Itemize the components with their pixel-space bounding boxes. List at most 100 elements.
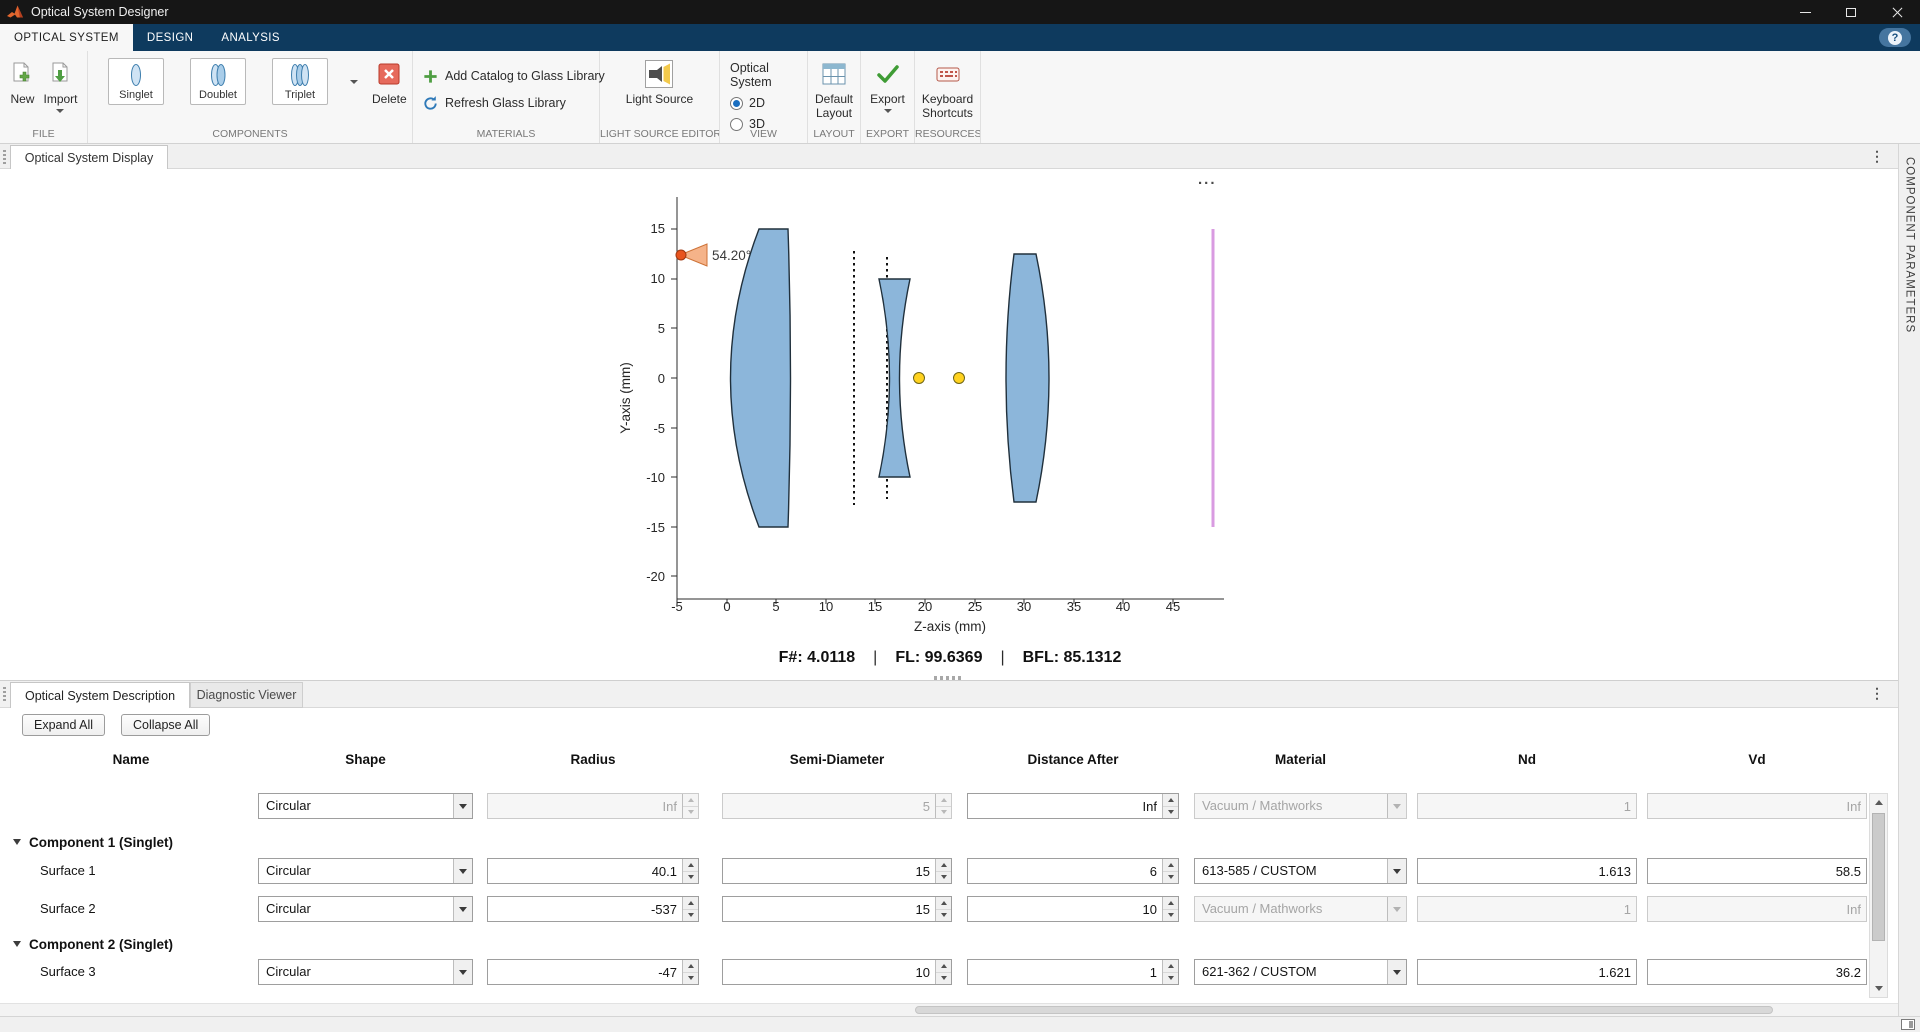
shape-dropdown[interactable]: Circular — [258, 959, 473, 985]
panel-splitter-handle[interactable] — [934, 676, 964, 680]
spinner-up-icon[interactable] — [1163, 897, 1178, 910]
distance-after-input[interactable] — [968, 960, 1162, 984]
light-source-button[interactable]: Light Source — [626, 58, 693, 106]
panel-grip-icon[interactable] — [3, 150, 6, 164]
radius-input[interactable] — [488, 897, 682, 921]
minimize-button[interactable] — [1782, 0, 1828, 24]
vd-input[interactable] — [1648, 859, 1866, 883]
scroll-up-icon[interactable] — [1870, 794, 1887, 811]
tab-optical-system-display[interactable]: Optical System Display — [10, 145, 168, 169]
new-button[interactable]: New — [9, 58, 35, 106]
nd-field[interactable] — [1417, 959, 1637, 985]
vd-input[interactable] — [1648, 960, 1866, 984]
tab-analysis[interactable]: ANALYSIS — [207, 24, 294, 51]
doublet-button[interactable]: Doublet — [190, 58, 246, 105]
spinner-down-icon[interactable] — [683, 910, 698, 922]
nd-input[interactable] — [1418, 960, 1636, 984]
add-catalog-button[interactable]: Add Catalog to Glass Library — [422, 64, 605, 88]
nd-field[interactable] — [1417, 858, 1637, 884]
nd-input[interactable] — [1418, 859, 1636, 883]
distance-after-input[interactable] — [968, 794, 1162, 818]
spinner-up-icon[interactable] — [1163, 859, 1178, 872]
radio-2d[interactable]: 2D — [730, 96, 765, 110]
tab-diagnostic-viewer[interactable]: Diagnostic Viewer — [190, 682, 303, 708]
tab-optical-system-description[interactable]: Optical System Description — [10, 682, 190, 708]
spinner-up-icon[interactable] — [936, 897, 951, 910]
keyboard-shortcuts-button[interactable]: KeyboardShortcuts — [922, 58, 973, 120]
tab-design[interactable]: DESIGN — [133, 24, 208, 51]
scroll-down-icon[interactable] — [1870, 980, 1887, 997]
spinner-up-icon[interactable] — [683, 960, 698, 973]
spinner-up-icon[interactable] — [936, 859, 951, 872]
semi-diameter-field[interactable] — [722, 896, 952, 922]
distance-after-input[interactable] — [968, 859, 1162, 883]
spinner-down-icon[interactable] — [683, 973, 698, 985]
radius-input[interactable] — [488, 960, 682, 984]
plot-options-icon[interactable]: ... — [1198, 171, 1217, 188]
spinner-down-icon[interactable] — [1163, 807, 1178, 819]
distance-after-field[interactable] — [967, 793, 1179, 819]
spinner-up-icon[interactable] — [1163, 960, 1178, 973]
spinner-down-icon[interactable] — [1163, 872, 1178, 884]
semi-diameter-field[interactable] — [722, 858, 952, 884]
distance-after-field[interactable] — [967, 896, 1179, 922]
ray-point-marker[interactable] — [914, 373, 925, 384]
collapse-all-button[interactable]: Collapse All — [121, 714, 210, 736]
distance-after-input[interactable] — [968, 897, 1162, 921]
semi-diameter-field[interactable] — [722, 959, 952, 985]
scrollbar-thumb[interactable] — [915, 1006, 1773, 1014]
spinner-down-icon[interactable] — [683, 872, 698, 884]
export-button[interactable]: Export — [870, 58, 905, 113]
dropdown-caret-icon[interactable] — [453, 960, 472, 984]
spinner-up-icon[interactable] — [683, 859, 698, 872]
import-button[interactable]: Import — [43, 58, 77, 113]
collapse-triangle-icon[interactable] — [13, 941, 21, 947]
dock-panel-icon[interactable] — [1901, 1019, 1915, 1030]
distance-after-field[interactable] — [967, 858, 1179, 884]
distance-after-field[interactable] — [967, 959, 1179, 985]
tab-optical-system[interactable]: OPTICAL SYSTEM — [0, 24, 133, 51]
scrollbar-thumb[interactable] — [1872, 813, 1885, 941]
panel-menu-icon[interactable]: ⋮ — [1870, 148, 1884, 165]
semi-diameter-input[interactable] — [723, 859, 935, 883]
components-gallery-dropdown[interactable] — [346, 58, 362, 105]
close-button[interactable] — [1874, 0, 1920, 24]
radius-field[interactable] — [487, 896, 699, 922]
shape-dropdown[interactable]: Circular — [258, 858, 473, 884]
shape-dropdown[interactable]: Circular — [258, 793, 473, 819]
dropdown-caret-icon[interactable] — [453, 859, 472, 883]
shape-dropdown[interactable]: Circular — [258, 896, 473, 922]
default-layout-button[interactable]: DefaultLayout — [815, 58, 853, 120]
component-group-row[interactable]: Component 1 (Singlet) — [0, 831, 173, 853]
lens-3[interactable] — [1006, 254, 1049, 502]
expand-all-button[interactable]: Expand All — [22, 714, 105, 736]
vd-field[interactable] — [1647, 858, 1867, 884]
maximize-button[interactable] — [1828, 0, 1874, 24]
semi-diameter-input[interactable] — [723, 897, 935, 921]
spinner-down-icon[interactable] — [936, 910, 951, 922]
spinner-down-icon[interactable] — [1163, 973, 1178, 985]
help-button[interactable]: ? — [1879, 28, 1911, 47]
component-group-row[interactable]: Component 2 (Singlet) — [0, 933, 173, 955]
table-horizontal-scrollbar[interactable] — [0, 1003, 1898, 1016]
spinner-up-icon[interactable] — [936, 960, 951, 973]
delete-button[interactable]: Delete — [372, 58, 407, 106]
singlet-button[interactable]: Singlet — [108, 58, 164, 105]
vd-field[interactable] — [1647, 959, 1867, 985]
light-source-dot-icon[interactable] — [676, 250, 686, 260]
ray-point-marker[interactable] — [954, 373, 965, 384]
spinner-down-icon[interactable] — [936, 973, 951, 985]
optical-system-plot[interactable]: -5 0 5 10 15 20 25 30 35 40 45 15 10 5 0… — [0, 169, 1300, 680]
dropdown-caret-icon[interactable] — [1387, 960, 1406, 984]
spinner-up-icon[interactable] — [683, 897, 698, 910]
lens-1[interactable] — [731, 229, 791, 527]
refresh-glass-library-button[interactable]: Refresh Glass Library — [422, 91, 566, 115]
dropdown-caret-icon[interactable] — [1387, 859, 1406, 883]
radius-field[interactable] — [487, 959, 699, 985]
panel-menu-icon[interactable]: ⋮ — [1870, 685, 1884, 702]
spinner-down-icon[interactable] — [1163, 910, 1178, 922]
dropdown-caret-icon[interactable] — [453, 794, 472, 818]
collapse-triangle-icon[interactable] — [13, 839, 21, 845]
triplet-button[interactable]: Triplet — [272, 58, 328, 105]
radius-input[interactable] — [488, 859, 682, 883]
